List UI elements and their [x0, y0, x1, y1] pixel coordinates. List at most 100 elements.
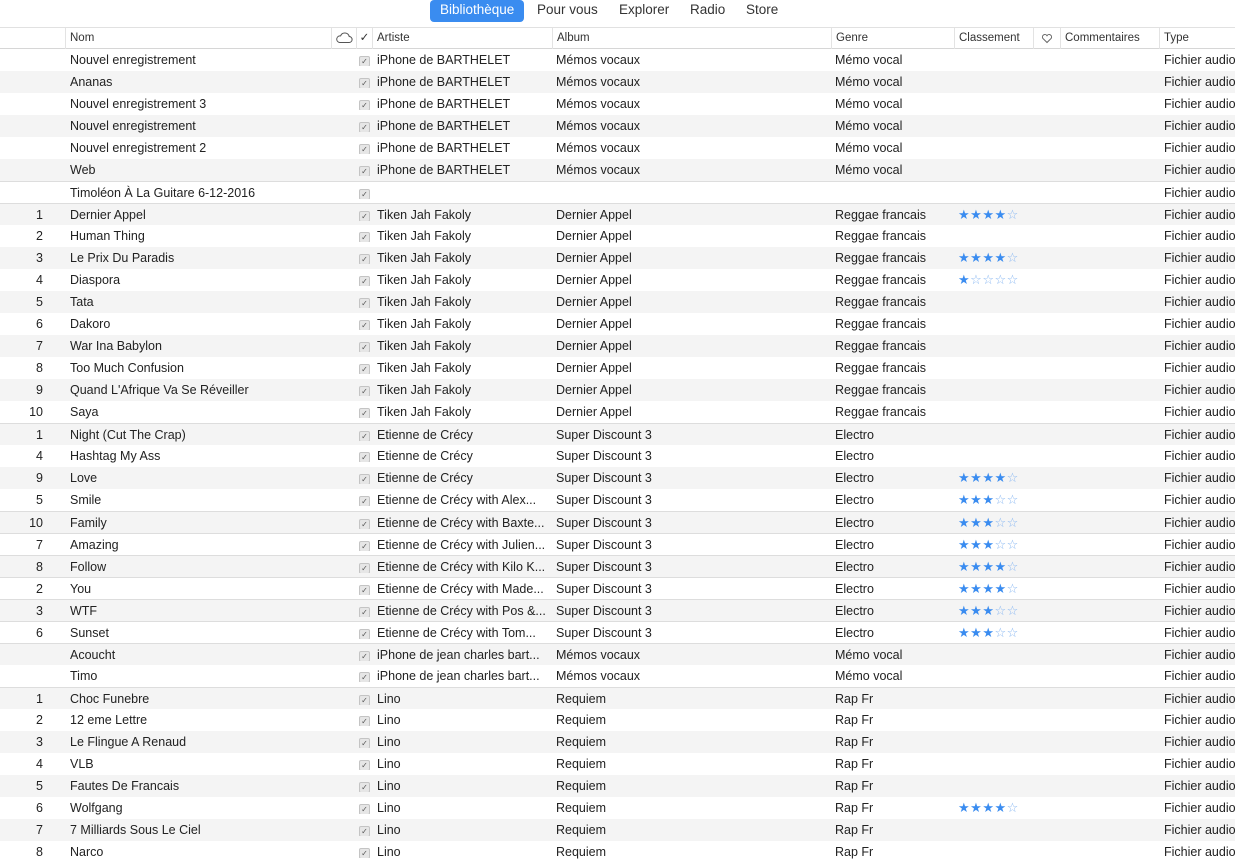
song-checkbox[interactable]: ✓	[359, 98, 371, 110]
star-filled-icon[interactable]: ★	[970, 515, 982, 530]
table-row[interactable]: 7 7 Milliards Sous Le Ciel ✓ Lino Requiem Rap…	[0, 819, 1235, 841]
song-rating[interactable]	[958, 424, 1028, 446]
song-rating[interactable]	[958, 137, 1028, 159]
star-filled-icon[interactable]: ★	[982, 603, 994, 618]
table-row[interactable]: 7 War Ina Babylon ✓ Tiken Jah Fakoly Dernier…	[0, 335, 1235, 357]
tab-radio[interactable]: Radio	[690, 0, 725, 22]
song-checkbox[interactable]: ✓	[359, 120, 371, 132]
column-header-genre[interactable]: Genre	[831, 28, 954, 49]
star-empty-icon[interactable]: ☆	[994, 537, 1006, 552]
song-checkbox[interactable]: ✓	[359, 472, 371, 484]
song-rating[interactable]	[958, 93, 1028, 115]
song-checkbox[interactable]: ✓	[359, 824, 371, 836]
table-row[interactable]: 8 Too Much Confusion ✓ Tiken Jah Fakoly Dern…	[0, 357, 1235, 379]
table-row[interactable]: 4 Diaspora ✓ Tiken Jah Fakoly Dernier Appel R…	[0, 269, 1235, 291]
song-checkbox[interactable]: ✓	[359, 274, 371, 286]
song-rating[interactable]	[958, 357, 1028, 379]
star-filled-icon[interactable]: ★	[970, 603, 982, 618]
star-filled-icon[interactable]: ★	[982, 515, 994, 530]
star-filled-icon[interactable]: ★	[958, 492, 970, 507]
song-checkbox[interactable]: ✓	[359, 802, 371, 814]
table-row[interactable]: Acoucht ✓ iPhone de jean charles bart... Mé…	[0, 643, 1235, 665]
star-empty-icon[interactable]: ☆	[1007, 625, 1019, 640]
song-checkbox[interactable]: ✓	[359, 318, 371, 330]
song-rating[interactable]: ★★★★☆	[958, 578, 1028, 600]
song-rating[interactable]: ★★★★☆	[958, 247, 1028, 269]
column-header-comments[interactable]: Commentaires	[1060, 28, 1159, 49]
column-header-artist[interactable]: Artiste	[372, 28, 552, 49]
star-filled-icon[interactable]: ★	[958, 537, 970, 552]
star-empty-icon[interactable]: ☆	[994, 272, 1006, 287]
star-filled-icon[interactable]: ★	[958, 470, 970, 485]
table-row[interactable]: 1 Choc Funebre ✓ Lino Requiem Rap Fr Fichier a…	[0, 687, 1235, 709]
star-empty-icon[interactable]: ☆	[1007, 581, 1019, 596]
song-rating[interactable]: ★★★★☆	[958, 797, 1028, 819]
star-filled-icon[interactable]: ★	[958, 603, 970, 618]
song-checkbox[interactable]: ✓	[359, 54, 371, 66]
table-row[interactable]: 6 Sunset ✓ Etienne de Crécy with Tom... Supe…	[0, 621, 1235, 643]
star-filled-icon[interactable]: ★	[982, 559, 994, 574]
star-empty-icon[interactable]: ☆	[1007, 559, 1019, 574]
song-checkbox[interactable]: ✓	[359, 164, 371, 176]
song-rating[interactable]	[958, 688, 1028, 710]
song-checkbox[interactable]: ✓	[359, 384, 371, 396]
song-rating[interactable]	[958, 709, 1028, 731]
star-empty-icon[interactable]: ☆	[1007, 492, 1019, 507]
song-rating[interactable]	[958, 159, 1028, 181]
table-row[interactable]: Nouvel enregistrement ✓ iPhone de BARTHELE…	[0, 115, 1235, 137]
star-filled-icon[interactable]: ★	[982, 625, 994, 640]
table-row[interactable]: Timo ✓ iPhone de jean charles bart... Mémos…	[0, 665, 1235, 687]
star-filled-icon[interactable]: ★	[958, 272, 970, 287]
song-checkbox[interactable]: ✓	[359, 736, 371, 748]
tab-explorer[interactable]: Explorer	[619, 0, 669, 22]
table-row[interactable]: Nouvel enregistrement 2 ✓ iPhone de BARTHE…	[0, 137, 1235, 159]
star-filled-icon[interactable]: ★	[970, 537, 982, 552]
song-rating[interactable]	[958, 644, 1028, 666]
song-rating[interactable]	[958, 445, 1028, 467]
star-empty-icon[interactable]: ☆	[970, 272, 982, 287]
star-filled-icon[interactable]: ★	[970, 250, 982, 265]
star-filled-icon[interactable]: ★	[982, 800, 994, 815]
song-rating[interactable]	[958, 379, 1028, 401]
star-empty-icon[interactable]: ☆	[982, 272, 994, 287]
star-empty-icon[interactable]: ☆	[1007, 515, 1019, 530]
song-rating[interactable]	[958, 49, 1028, 71]
song-checkbox[interactable]: ✓	[359, 230, 371, 242]
song-checkbox[interactable]: ✓	[359, 649, 371, 661]
star-filled-icon[interactable]: ★	[970, 559, 982, 574]
tab-store[interactable]: Store	[746, 0, 778, 22]
song-rating[interactable]	[958, 115, 1028, 137]
star-filled-icon[interactable]: ★	[994, 250, 1006, 265]
table-row[interactable]: Web ✓ iPhone de BARTHELET Mémos vocaux Mémo …	[0, 159, 1235, 181]
song-rating[interactable]: ★☆☆☆☆	[958, 269, 1028, 291]
star-filled-icon[interactable]: ★	[994, 207, 1006, 222]
song-rating[interactable]: ★★★☆☆	[958, 489, 1028, 511]
song-checkbox[interactable]: ✓	[359, 450, 371, 462]
star-filled-icon[interactable]: ★	[994, 470, 1006, 485]
table-row[interactable]: 4 VLB ✓ Lino Requiem Rap Fr Fichier audio	[0, 753, 1235, 775]
table-row[interactable]: 2 You ✓ Etienne de Crécy with Made... Super …	[0, 577, 1235, 599]
star-filled-icon[interactable]: ★	[994, 581, 1006, 596]
song-rating[interactable]	[958, 731, 1028, 753]
song-rating[interactable]: ★★★☆☆	[958, 534, 1028, 556]
star-filled-icon[interactable]: ★	[958, 250, 970, 265]
song-rating[interactable]: ★★★☆☆	[958, 622, 1028, 644]
column-header-love[interactable]	[1033, 28, 1060, 49]
star-filled-icon[interactable]: ★	[970, 625, 982, 640]
star-empty-icon[interactable]: ☆	[1007, 207, 1019, 222]
star-filled-icon[interactable]: ★	[982, 207, 994, 222]
song-checkbox[interactable]: ✓	[359, 494, 371, 506]
star-filled-icon[interactable]: ★	[982, 250, 994, 265]
star-filled-icon[interactable]: ★	[958, 515, 970, 530]
column-header-name[interactable]: Nom	[65, 28, 331, 49]
song-rating[interactable]	[958, 401, 1028, 423]
song-checkbox[interactable]: ✓	[359, 539, 371, 551]
table-row[interactable]: 4 Hashtag My Ass ✓ Etienne de Crécy Super Di…	[0, 445, 1235, 467]
song-rating[interactable]	[958, 71, 1028, 93]
table-row[interactable]: 2 Human Thing ✓ Tiken Jah Fakoly Dernier App…	[0, 225, 1235, 247]
column-header-type[interactable]: Type	[1159, 28, 1235, 49]
column-header-album[interactable]: Album	[552, 28, 831, 49]
tab-pour-vous[interactable]: Pour vous	[537, 0, 598, 22]
table-row[interactable]: 10 Family ✓ Etienne de Crécy with Baxte... S…	[0, 511, 1235, 533]
table-row[interactable]: 3 WTF ✓ Etienne de Crécy with Pos &... Super…	[0, 599, 1235, 621]
